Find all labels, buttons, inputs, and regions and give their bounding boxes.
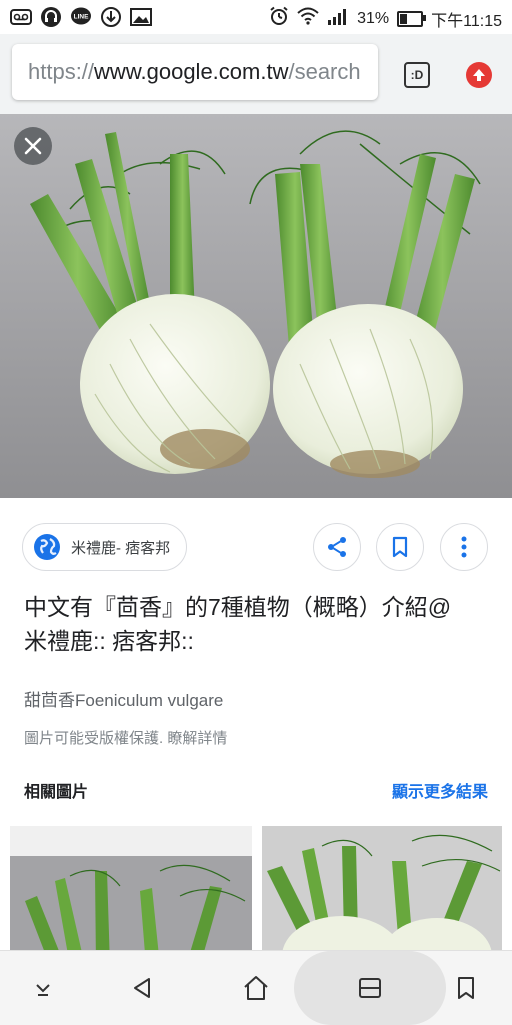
- globe-icon: [34, 534, 60, 560]
- line-icon: LINE: [70, 6, 92, 28]
- share-icon: [328, 537, 346, 557]
- url-scheme: https://: [28, 59, 95, 84]
- url-field[interactable]: https://www.google.com.tw/search: [12, 44, 378, 100]
- signal-icon: [327, 7, 349, 30]
- url-host: www.google.com.tw: [94, 59, 289, 84]
- source-name: 米禮鹿- 痞客邦: [71, 539, 171, 557]
- preview-image[interactable]: [0, 114, 512, 498]
- clock: 下午11:15: [431, 12, 502, 30]
- bookmarks-button[interactable]: [441, 963, 491, 1013]
- tabs-button[interactable]: [345, 963, 395, 1013]
- save-button[interactable]: [376, 523, 424, 571]
- wifi-icon: [297, 7, 319, 30]
- chevron-down-icon: [36, 984, 50, 996]
- browser-toolbar: https://www.google.com.tw/search :D: [0, 34, 512, 114]
- nav-menu-button[interactable]: [18, 963, 68, 1013]
- close-icon: [24, 137, 42, 155]
- more-options-button[interactable]: [440, 523, 488, 571]
- close-button[interactable]: [14, 127, 52, 165]
- share-button[interactable]: [313, 523, 361, 571]
- related-image-thumbnail[interactable]: [10, 826, 252, 966]
- bookmark-icon: [392, 536, 408, 558]
- more-vert-icon: [461, 536, 467, 558]
- image-icon: [130, 6, 152, 28]
- home-button[interactable]: [231, 963, 281, 1013]
- related-image-thumbnail[interactable]: [262, 826, 502, 966]
- related-images-heading: 相關圖片: [24, 784, 89, 801]
- back-icon: [134, 978, 150, 998]
- home-icon: [244, 976, 268, 1000]
- download-icon: [100, 6, 122, 28]
- line-icon-label: LINE: [74, 14, 89, 21]
- battery-level: [400, 13, 407, 24]
- battery-percent: 31%: [357, 9, 390, 27]
- tabs-icon: [359, 978, 381, 998]
- system-status: 31% 下午11:15: [269, 6, 502, 31]
- notification-icons: LINE: [10, 6, 152, 28]
- tab-count-label: :D: [410, 68, 424, 82]
- more-results-link[interactable]: 顯示更多結果: [392, 778, 488, 802]
- battery-icon: [397, 10, 427, 27]
- back-button[interactable]: [117, 963, 167, 1013]
- headset-icon: [40, 6, 62, 28]
- alarm-icon: [269, 6, 289, 31]
- tab-switcher-button[interactable]: :D: [404, 62, 430, 88]
- copyright-notice[interactable]: 圖片可能受版權保護. 瞭解詳情: [24, 727, 227, 748]
- result-title[interactable]: 中文有『茴香』的7種植物（概略）介紹@ 米禮鹿:: 痞客邦::: [24, 590, 464, 658]
- url-path: /search: [288, 59, 361, 84]
- status-bar: LINE 31% 下午11:15: [0, 0, 512, 34]
- bookmark-icon: [458, 977, 474, 999]
- result-subtitle: 甜茴香Foeniculum vulgare: [24, 691, 224, 710]
- voicemail-icon: [10, 6, 32, 28]
- source-chip[interactable]: 米禮鹿- 痞客邦: [22, 523, 188, 571]
- update-arrow-icon[interactable]: [466, 62, 492, 88]
- bottom-navigation: [0, 950, 512, 1025]
